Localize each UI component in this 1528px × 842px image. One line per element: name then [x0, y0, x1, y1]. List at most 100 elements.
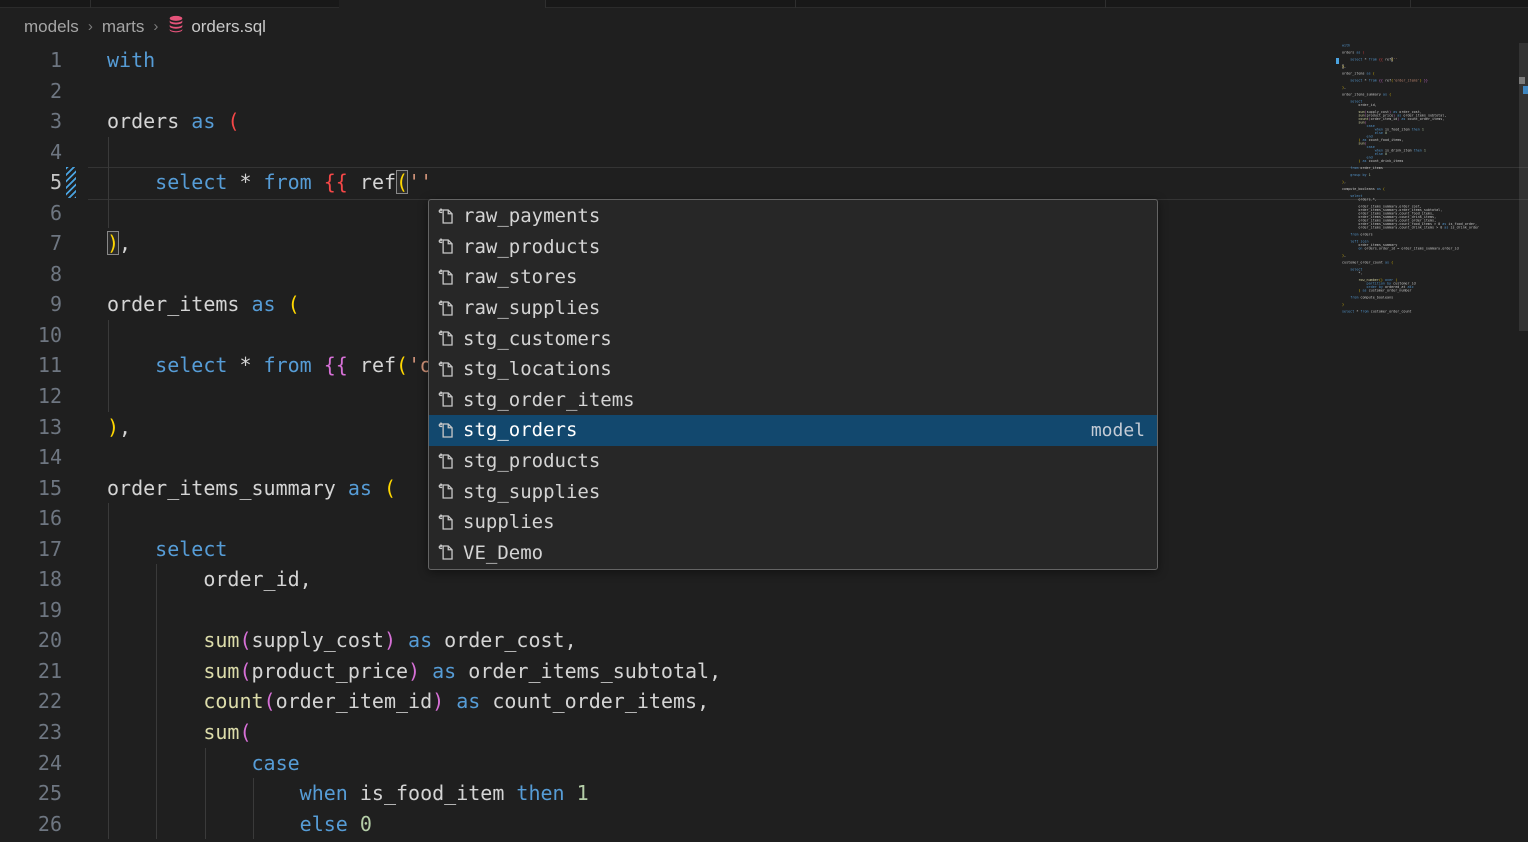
- line-number: 18: [0, 564, 62, 595]
- code-line[interactable]: 1with: [0, 45, 1528, 76]
- suggestion-label: stg_order_items: [463, 389, 635, 411]
- code-token: select: [155, 353, 227, 377]
- suggestion-item-stg_locations[interactable]: stg_locations: [429, 354, 1157, 385]
- tab-separator: [1410, 0, 1411, 8]
- breadcrumb-segment-marts[interactable]: marts: [102, 17, 145, 37]
- go-to-file-icon: [436, 513, 455, 532]
- database-icon: [167, 15, 185, 38]
- suggestion-label: raw_products: [463, 236, 600, 258]
- suggestion-label: VE_Demo: [463, 542, 543, 564]
- code-text: order_items as (: [107, 289, 300, 320]
- code-token: count: [203, 689, 263, 713]
- code-token: (: [396, 353, 408, 377]
- go-to-file-icon: [436, 360, 455, 379]
- go-to-file-icon: [436, 237, 455, 256]
- code-token: as: [191, 109, 215, 133]
- code-token: [107, 689, 203, 713]
- suggestion-item-stg_products[interactable]: stg_products: [429, 446, 1157, 477]
- code-token: [444, 689, 456, 713]
- suggestion-label: raw_supplies: [463, 297, 600, 319]
- minimap-modified-marker: [1336, 58, 1339, 64]
- code-token: [107, 720, 203, 744]
- code-token: order_item_id: [276, 689, 433, 713]
- suggestion-item-raw_payments[interactable]: raw_payments: [429, 201, 1157, 232]
- suggestion-item-raw_products[interactable]: raw_products: [429, 232, 1157, 263]
- suggestion-item-raw_supplies[interactable]: raw_supplies: [429, 293, 1157, 324]
- code-token: [312, 170, 324, 194]
- line-number: 3: [0, 106, 62, 137]
- code-line[interactable]: 3orders as (: [0, 106, 1528, 137]
- code-line[interactable]: 25 when is_food_item then 1: [0, 778, 1528, 809]
- suggestion-label: stg_customers: [463, 328, 612, 350]
- code-line[interactable]: 23 sum(: [0, 717, 1528, 748]
- code-token: ): [384, 628, 396, 652]
- code-text: order_items_summary as (: [107, 473, 396, 504]
- indent-guide: [156, 595, 157, 626]
- autocomplete-dropdown[interactable]: raw_payments raw_products raw_stores raw_su…: [428, 199, 1158, 570]
- vertical-scrollbar[interactable]: [1519, 0, 1528, 842]
- code-token: order_cost,: [432, 628, 577, 652]
- tab-bar[interactable]: [0, 0, 1528, 8]
- code-line[interactable]: 24 case: [0, 748, 1528, 779]
- indent-guide: [108, 503, 109, 534]
- code-token: [107, 537, 155, 561]
- code-token: orders: [107, 109, 191, 133]
- line-number: 4: [0, 137, 62, 168]
- code-token: as: [252, 292, 276, 316]
- code-token: else: [300, 812, 348, 836]
- active-tab-sliver[interactable]: [339, 0, 546, 8]
- line-number: 6: [0, 198, 62, 229]
- code-line[interactable]: 4: [0, 137, 1528, 168]
- line-number: 9: [0, 289, 62, 320]
- indent-guide: [108, 595, 109, 626]
- code-token: 1: [577, 781, 589, 805]
- suggestion-label: supplies: [463, 511, 555, 533]
- breadcrumb-segment-models[interactable]: models: [24, 17, 79, 37]
- code-token: is_food_item: [348, 781, 517, 805]
- code-token: [215, 109, 227, 133]
- code-line[interactable]: 5 select * from {{ ref('': [0, 167, 1528, 198]
- code-token: ,: [119, 415, 131, 439]
- code-line[interactable]: 22 count(order_item_id) as count_order_i…: [0, 686, 1528, 717]
- code-token: with: [107, 48, 155, 72]
- breadcrumb-file[interactable]: orders.sql: [167, 15, 266, 38]
- suggestion-item-raw_stores[interactable]: raw_stores: [429, 262, 1157, 293]
- indent-guide: [108, 320, 109, 351]
- code-token: then: [516, 781, 564, 805]
- line-number: 5: [0, 167, 62, 198]
- code-line[interactable]: 21 sum(product_price) as order_items_sub…: [0, 656, 1528, 687]
- suggestion-item-stg_supplies[interactable]: stg_supplies: [429, 476, 1157, 507]
- code-line[interactable]: 19: [0, 595, 1528, 626]
- code-token: [107, 751, 252, 775]
- code-token: order_id,: [107, 567, 312, 591]
- code-line[interactable]: 2: [0, 76, 1528, 107]
- line-number: 23: [0, 717, 62, 748]
- code-token: ,: [119, 231, 131, 255]
- line-number: 25: [0, 778, 62, 809]
- go-to-file-icon: [436, 329, 455, 348]
- suggestion-item-stg_orders[interactable]: stg_ordersmodel: [429, 415, 1157, 446]
- suggestion-item-stg_customers[interactable]: stg_customers: [429, 323, 1157, 354]
- code-text: sum(product_price) as order_items_subtot…: [107, 656, 721, 687]
- minimap-content: withorders as ( select * from {{ ref('')…: [1342, 44, 1526, 314]
- code-token: (: [384, 476, 396, 500]
- line-number: 16: [0, 503, 62, 534]
- code-line[interactable]: 20 sum(supply_cost) as order_cost,: [0, 625, 1528, 656]
- code-token: order_items_subtotal,: [456, 659, 721, 683]
- suggestion-item-supplies[interactable]: supplies: [429, 507, 1157, 538]
- code-text: select * from {{ ref('': [107, 167, 432, 198]
- code-token: (: [239, 659, 251, 683]
- code-token: *: [227, 353, 263, 377]
- code-token: ref: [348, 353, 396, 377]
- suggestion-item-stg_order_items[interactable]: stg_order_items: [429, 385, 1157, 416]
- minimap[interactable]: withorders as ( select * from {{ ref('')…: [1336, 44, 1520, 824]
- code-token: [107, 628, 203, 652]
- line-number: 7: [0, 228, 62, 259]
- suggestion-item-VE_Demo[interactable]: VE_Demo: [429, 538, 1157, 569]
- code-text: sum(supply_cost) as order_cost,: [107, 625, 577, 656]
- code-line[interactable]: 26 else 0: [0, 809, 1528, 840]
- line-number: 8: [0, 259, 62, 290]
- tab-separator: [795, 0, 796, 8]
- indent-guide: [108, 137, 109, 168]
- code-token: product_price: [252, 659, 409, 683]
